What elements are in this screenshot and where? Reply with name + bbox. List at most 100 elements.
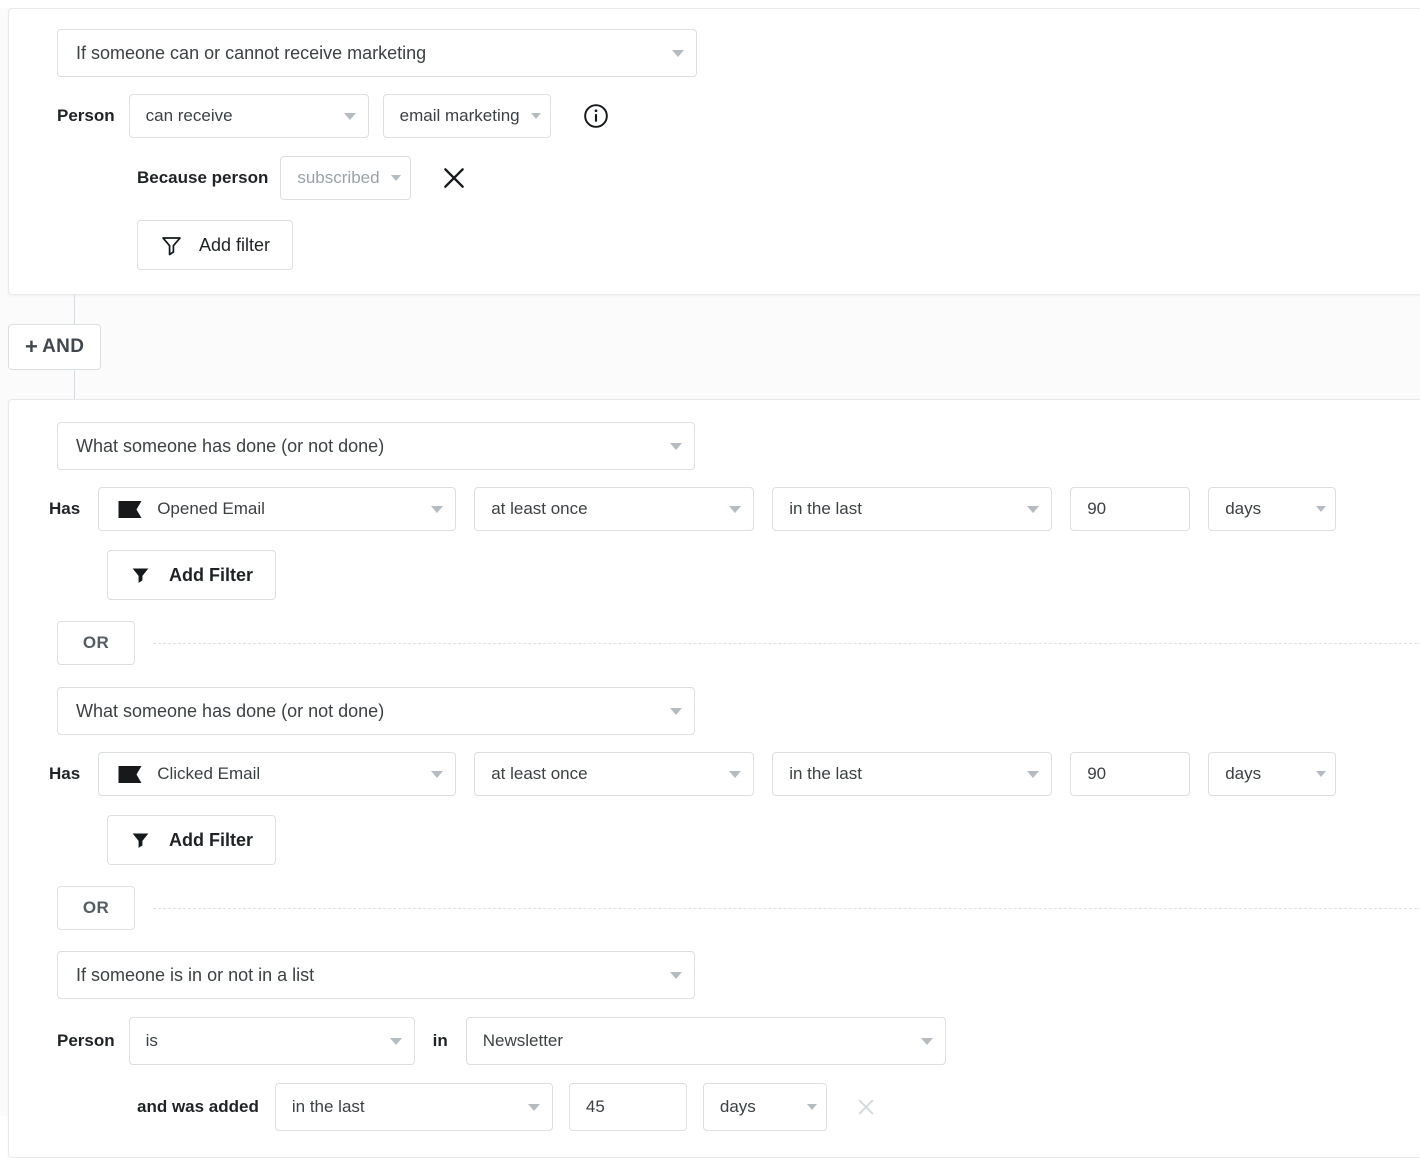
chevron-down-icon — [670, 972, 682, 979]
and-connector-region: + AND — [0, 295, 1420, 399]
amount-input-2[interactable]: 90 — [1070, 752, 1191, 796]
condition-type-value: What someone has done (or not done) — [76, 435, 385, 456]
timeframe-value: in the last — [789, 499, 862, 518]
or-divider-2: OR — [9, 886, 1420, 930]
flag-icon — [117, 499, 143, 519]
subscribe-reason-select[interactable]: subscribed — [280, 156, 411, 200]
metric-select-1[interactable]: Opened Email — [98, 487, 457, 531]
timeframe-select-2[interactable]: in the last — [772, 752, 1053, 796]
unit-select-1[interactable]: days — [1208, 487, 1337, 531]
condition-type-select-behavior-2[interactable]: What someone has done (or not done) — [57, 687, 695, 735]
added-unit-select[interactable]: days — [702, 1083, 827, 1131]
or-button-2[interactable]: OR — [57, 886, 135, 930]
marketing-channel-value: email marketing — [399, 106, 520, 125]
chevron-down-icon — [920, 1038, 933, 1045]
remove-condition-button[interactable] — [437, 161, 471, 195]
frequency-select-2[interactable]: at least once — [474, 752, 755, 796]
connector-line-bottom — [74, 370, 75, 399]
added-amount-value: 45 — [585, 1097, 605, 1116]
add-filter-label: Add Filter — [169, 829, 253, 850]
added-timeframe-select[interactable]: in the last — [274, 1083, 553, 1131]
amount-input-1[interactable]: 90 — [1070, 487, 1191, 531]
info-circle-icon[interactable] — [583, 103, 609, 129]
or-divider-1: OR — [9, 621, 1420, 665]
funnel-outline-icon — [160, 234, 183, 257]
condition-type-select-list[interactable]: If someone is in or not in a list — [57, 951, 695, 999]
chevron-down-icon — [343, 113, 356, 120]
add-filter-button-2[interactable]: Add Filter — [107, 815, 276, 865]
in-label: in — [432, 1031, 448, 1050]
frequency-select-1[interactable]: at least once — [474, 487, 755, 531]
add-and-group-button[interactable]: + AND — [8, 324, 102, 370]
chevron-down-icon — [1027, 506, 1040, 513]
sub-condition-opened-email: What someone has done (or not done) Has … — [9, 422, 1420, 600]
condition-card-marketing: If someone can or cannot receive marketi… — [8, 8, 1420, 295]
amount-value: 90 — [1087, 764, 1107, 783]
receive-operator-select[interactable]: can receive — [128, 94, 369, 138]
flag-icon — [117, 764, 143, 784]
timeframe-select-1[interactable]: in the last — [772, 487, 1053, 531]
metric-value: Opened Email — [157, 499, 265, 518]
chevron-down-icon — [1316, 771, 1327, 777]
frequency-value: at least once — [491, 499, 588, 518]
list-operator-select[interactable]: is — [128, 1017, 415, 1065]
unit-value: days — [1225, 764, 1262, 783]
added-unit-value: days — [719, 1097, 756, 1116]
condition-type-select-marketing[interactable]: If someone can or cannot receive marketi… — [57, 29, 697, 77]
sub-condition-list: If someone is in or not in a list Person… — [9, 951, 1420, 1131]
chevron-down-icon — [431, 771, 444, 778]
condition-type-select-behavior-1[interactable]: What someone has done (or not done) — [57, 422, 695, 470]
metric-select-2[interactable]: Clicked Email — [98, 752, 457, 796]
chevron-down-icon — [729, 771, 742, 778]
person-label: Person — [57, 106, 115, 125]
list-name-select[interactable]: Newsletter — [465, 1017, 946, 1065]
and-was-added-label: and was added — [137, 1097, 259, 1116]
remove-list-filter-button[interactable] — [849, 1090, 883, 1124]
sub-condition-clicked-email: What someone has done (or not done) Has … — [9, 687, 1420, 865]
unit-select-2[interactable]: days — [1208, 752, 1337, 796]
chevron-down-icon — [431, 506, 444, 513]
added-amount-input[interactable]: 45 — [568, 1083, 687, 1131]
add-filter-button-1[interactable]: Add Filter — [107, 550, 276, 600]
plus-icon: + — [25, 334, 39, 359]
connector-line-top — [74, 295, 75, 324]
chevron-down-icon — [729, 506, 742, 513]
chevron-down-icon — [670, 443, 682, 450]
timeframe-value: in the last — [789, 764, 862, 783]
add-filter-label: Add Filter — [169, 564, 253, 585]
list-name-value: Newsletter — [482, 1031, 564, 1050]
because-person-label: Because person — [137, 168, 269, 187]
chevron-down-icon — [1027, 771, 1040, 778]
add-filter-button[interactable]: Add filter — [137, 220, 294, 270]
condition-card-group: What someone has done (or not done) Has … — [8, 399, 1420, 1158]
chevron-down-icon — [672, 50, 684, 57]
or-divider-line — [153, 642, 1420, 644]
and-button-label: AND — [42, 336, 85, 357]
funnel-solid-icon — [130, 830, 151, 851]
person-label: Person — [57, 1031, 115, 1050]
chevron-down-icon — [670, 708, 682, 715]
metric-value: Clicked Email — [157, 764, 261, 783]
condition-type-value: What someone has done (or not done) — [76, 700, 385, 721]
unit-value: days — [1225, 499, 1262, 518]
or-button-1[interactable]: OR — [57, 621, 135, 665]
add-filter-label: Add filter — [199, 234, 271, 255]
chevron-down-icon — [806, 1104, 817, 1110]
funnel-solid-icon — [130, 565, 151, 586]
condition-type-value: If someone is in or not in a list — [76, 964, 315, 985]
chevron-down-icon — [390, 175, 401, 181]
subscribe-reason-value: subscribed — [297, 168, 380, 187]
list-operator-value: is — [145, 1031, 158, 1050]
or-divider-line — [153, 907, 1420, 909]
has-label: Has — [49, 499, 81, 518]
frequency-value: at least once — [491, 764, 588, 783]
chevron-down-icon — [530, 113, 541, 119]
or-label: OR — [82, 898, 110, 917]
chevron-down-icon — [389, 1038, 402, 1045]
has-label: Has — [49, 764, 81, 783]
condition-type-value: If someone can or cannot receive marketi… — [76, 42, 427, 63]
marketing-channel-select[interactable]: email marketing — [382, 94, 551, 138]
or-label: OR — [82, 633, 110, 652]
receive-operator-value: can receive — [145, 106, 233, 125]
amount-value: 90 — [1087, 499, 1107, 518]
